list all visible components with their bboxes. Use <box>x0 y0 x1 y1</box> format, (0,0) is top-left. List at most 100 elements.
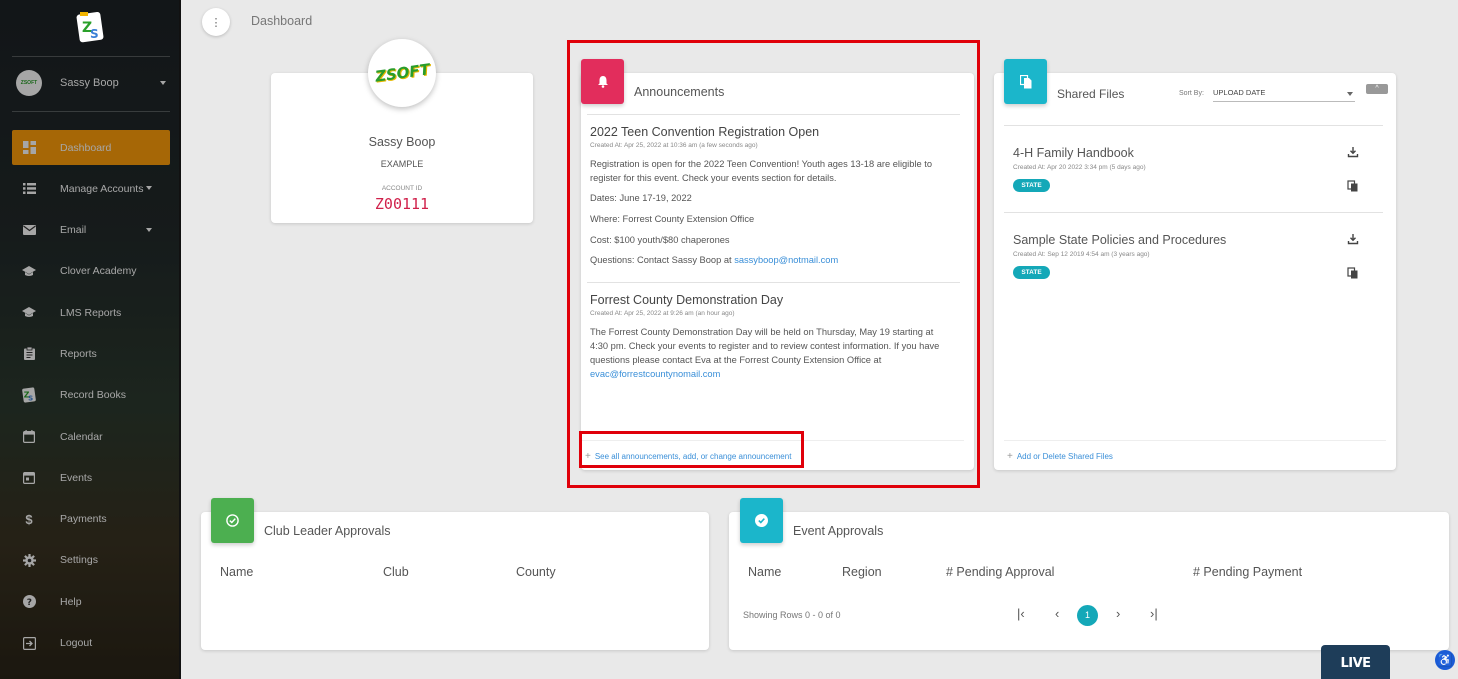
plus-icon: + <box>1007 451 1013 462</box>
sidebar-item-calendar[interactable]: Calendar <box>12 419 170 454</box>
sidebar-item-label: Record Books <box>60 389 126 402</box>
accessibility-icon[interactable]: ♿ <box>1435 650 1455 670</box>
column-header[interactable]: # Pending Payment <box>1193 565 1302 579</box>
divider <box>1004 440 1386 441</box>
user-name: Sassy Boop <box>60 77 119 89</box>
chevron-down-icon <box>146 227 152 232</box>
column-header[interactable]: # Pending Approval <box>946 565 1054 579</box>
sidebar-item-record-books[interactable]: ZS Record Books <box>12 378 170 413</box>
sidebar-divider <box>12 56 170 57</box>
sort-direction-button[interactable]: ^ <box>1366 84 1388 94</box>
sidebar-item-label: Email <box>60 224 87 237</box>
chevron-down-icon <box>146 186 152 191</box>
dollar-icon: $ <box>25 511 33 527</box>
add-delete-files-link[interactable]: + Add or Delete Shared Files <box>1007 451 1113 462</box>
add-delete-files-label: Add or Delete Shared Files <box>1016 452 1113 461</box>
sidebar-item-manage-accounts[interactable]: Manage Accounts <box>12 171 170 206</box>
sidebar-item-dashboard[interactable]: Dashboard <box>12 130 170 165</box>
more-menu-button[interactable]: ⋮ <box>202 8 230 36</box>
sidebar-item-logout[interactable]: Logout <box>12 626 170 661</box>
sort-by-select[interactable]: UPLOAD DATE <box>1213 84 1355 102</box>
column-header[interactable]: Region <box>842 565 882 579</box>
svg-text:S: S <box>90 27 99 41</box>
more-vert-icon: ⋮ <box>210 16 222 29</box>
account-id-value: Z00111 <box>374 195 430 213</box>
sidebar-item-payments[interactable]: $ Payments <box>12 502 170 537</box>
sidebar-item-label: Payments <box>60 513 107 526</box>
sidebar-item-label: Help <box>60 595 82 608</box>
status-badge: STATE <box>1013 179 1050 192</box>
zsoft-logo-icon[interactable]: Z S <box>76 10 106 44</box>
profile-name: Sassy Boop <box>368 135 436 149</box>
page-number-current[interactable]: 1 <box>1077 605 1098 626</box>
club-leader-approvals-card: Club Leader Approvals Name Club County <box>201 512 709 650</box>
chevron-down-icon <box>1347 92 1353 96</box>
profile-logo-text: ZSOFT <box>373 60 431 86</box>
account-id-label: ACCOUNT ID <box>381 185 423 192</box>
breadcrumb: Dashboard <box>251 14 313 28</box>
next-page-icon[interactable]: › <box>1116 606 1120 621</box>
highlight-box <box>567 40 980 488</box>
calendar-icon <box>22 430 36 444</box>
sidebar-item-label: Logout <box>60 637 93 650</box>
graduation-cap-icon <box>22 264 36 278</box>
clipboard-icon <box>22 347 36 361</box>
sidebar-item-label: Dashboard <box>60 141 112 154</box>
file-title[interactable]: 4-H Family Handbook <box>1013 146 1134 160</box>
first-page-icon[interactable]: |‹ <box>1017 606 1025 621</box>
highlight-box <box>579 431 804 468</box>
copy-icon[interactable] <box>1347 180 1359 192</box>
sidebar: Z S ZSOFT Sassy Boop Dashboard Manage Ac… <box>0 0 181 679</box>
check-circle-icon <box>755 514 768 527</box>
file-copy-icon <box>1019 74 1031 88</box>
sort-by-value: UPLOAD DATE <box>1213 88 1266 97</box>
copy-icon[interactable] <box>1347 267 1359 279</box>
sort-by-label: Sort By: <box>1179 90 1204 97</box>
last-page-icon[interactable]: ›| <box>1150 606 1158 621</box>
live-chat-button[interactable]: LIVE CHAT <box>1321 645 1390 679</box>
gear-icon <box>22 553 36 567</box>
sidebar-item-label: Calendar <box>60 430 103 443</box>
svg-text:?: ? <box>26 598 31 608</box>
graduation-cap-icon <box>22 306 36 320</box>
club-approvals-title: Club Leader Approvals <box>264 524 391 538</box>
column-header[interactable]: Club <box>383 565 409 579</box>
shared-files-card: Shared Files Sort By: UPLOAD DATE ^ 4-H … <box>994 73 1396 470</box>
avatar: ZSOFT <box>16 70 42 96</box>
sidebar-item-label: Clover Academy <box>60 265 137 278</box>
svg-text:S: S <box>28 395 33 403</box>
sidebar-item-events[interactable]: Events <box>12 460 170 495</box>
divider <box>1004 125 1383 126</box>
sidebar-item-settings[interactable]: Settings <box>12 543 170 578</box>
event-icon <box>22 471 36 485</box>
logout-icon <box>22 636 36 650</box>
column-header[interactable]: Name <box>748 565 781 579</box>
download-icon[interactable] <box>1347 233 1359 245</box>
sidebar-item-email[interactable]: Email <box>12 213 170 248</box>
sidebar-item-label: Events <box>60 471 93 484</box>
sidebar-item-label: LMS Reports <box>60 306 122 319</box>
event-approvals-badge <box>740 498 783 543</box>
sidebar-item-clover-academy[interactable]: Clover Academy <box>12 254 170 289</box>
user-menu[interactable]: ZSOFT Sassy Boop <box>16 70 166 96</box>
divider <box>1004 212 1383 213</box>
download-icon[interactable] <box>1347 146 1359 158</box>
file-title[interactable]: Sample State Policies and Procedures <box>1013 233 1226 247</box>
help-icon: ? <box>22 595 36 609</box>
status-badge: STATE <box>1013 266 1050 279</box>
sidebar-item-label: Reports <box>60 347 97 360</box>
file-meta: Created At: Sep 12 2019 4:54 am (3 years… <box>1013 251 1150 258</box>
event-approvals-card: Event Approvals Name Region # Pending Ap… <box>729 512 1449 650</box>
sidebar-nav: Dashboard Manage Accounts Email Clover A… <box>12 130 170 667</box>
sidebar-item-help[interactable]: ? Help <box>12 584 170 619</box>
sidebar-item-lms-reports[interactable]: LMS Reports <box>12 295 170 330</box>
profile-subtitle: EXAMPLE <box>380 159 424 169</box>
prev-page-icon[interactable]: ‹ <box>1055 606 1059 621</box>
sidebar-divider <box>12 111 170 112</box>
column-header[interactable]: Name <box>220 565 253 579</box>
check-circle-icon <box>226 514 239 527</box>
profile-logo: ZSOFT <box>368 39 436 107</box>
column-header[interactable]: County <box>516 565 556 579</box>
sidebar-item-reports[interactable]: Reports <box>12 336 170 371</box>
zs-logo-icon: ZS <box>22 387 36 403</box>
